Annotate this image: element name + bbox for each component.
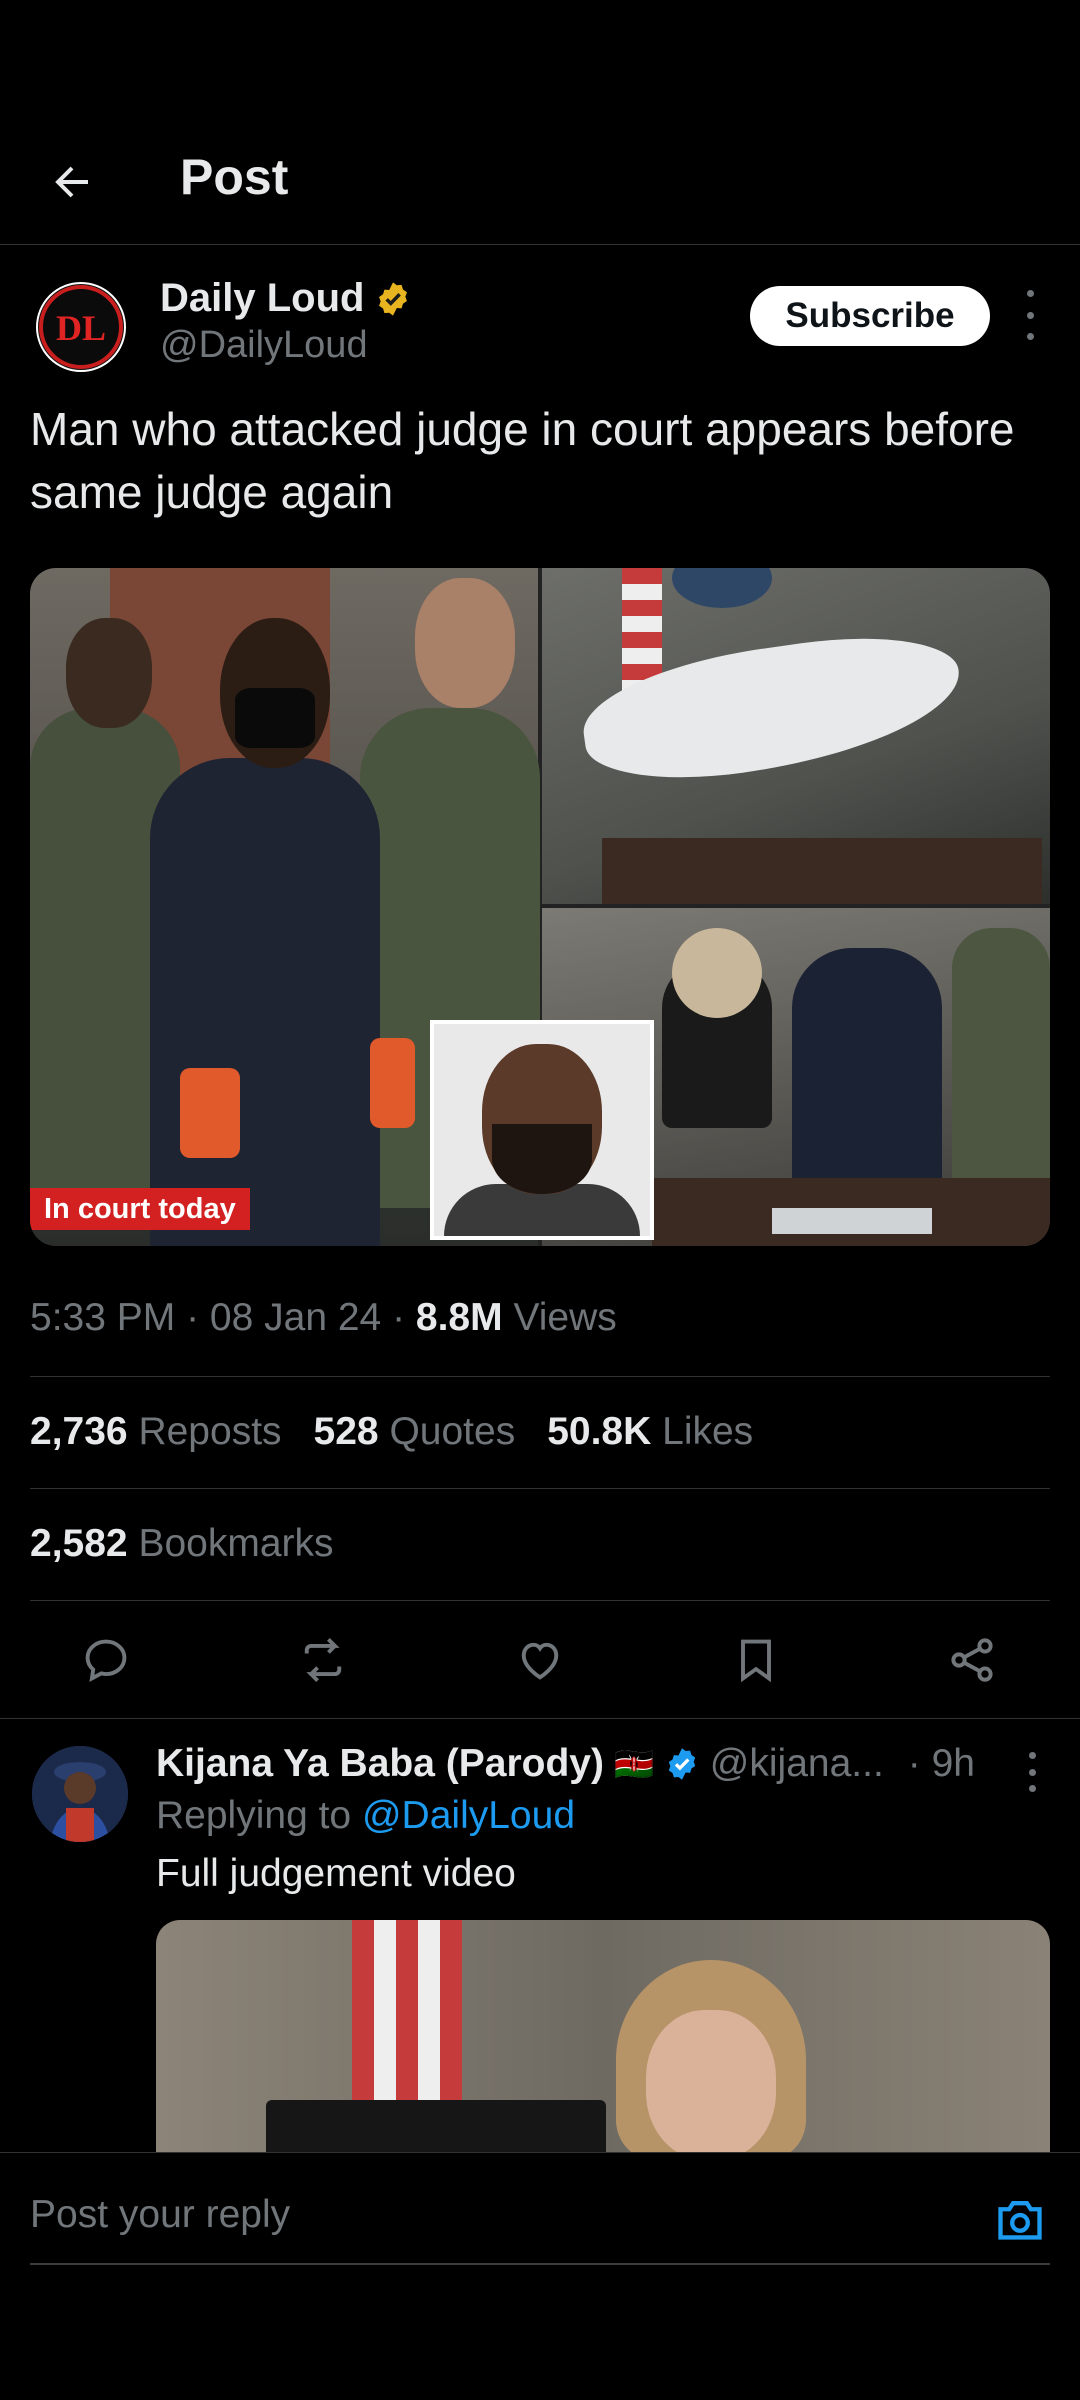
divider: [30, 1600, 1050, 1601]
replying-to-line: Replying to @DailyLoud: [156, 1794, 576, 1837]
reposts-stat[interactable]: 2,736 Reposts: [30, 1410, 282, 1454]
page-title: Post: [180, 149, 289, 205]
media-mugshot: [430, 1020, 654, 1240]
author-name[interactable]: Daily Loud: [160, 276, 364, 321]
media-caption-badge: In court today: [30, 1188, 250, 1230]
reply-item[interactable]: Kijana Ya Baba (Parody) 🇰🇪 @kijana... · …: [0, 1740, 1080, 2160]
reply-icon: [85, 1639, 127, 1682]
share-icon: [951, 1638, 993, 1682]
bookmark-icon: [741, 1639, 771, 1683]
verified-badge-icon: [668, 1748, 695, 1780]
reply-time: · 9h: [907, 1742, 975, 1785]
arrow-left-icon: [55, 166, 88, 198]
reply-more-options-icon[interactable]: [1022, 1752, 1042, 1792]
post-date[interactable]: 08 Jan 24: [210, 1296, 381, 1339]
repost-button[interactable]: [295, 1632, 351, 1688]
author-name-row: Daily Loud: [160, 276, 412, 321]
media-photo-attack: [542, 568, 1050, 904]
reply-author-handle[interactable]: @kijana...: [710, 1742, 884, 1786]
top-bar: Post: [0, 120, 1080, 245]
reply-media-video[interactable]: [156, 1920, 1050, 2160]
more-options-icon[interactable]: [1018, 290, 1042, 340]
bookmarks-stat: 2,582 Bookmarks: [30, 1522, 334, 1565]
divider: [30, 1488, 1050, 1489]
share-button[interactable]: [944, 1632, 1000, 1688]
author-handle[interactable]: @DailyLoud: [160, 324, 368, 367]
divider: [0, 1718, 1080, 1719]
reply-author-name[interactable]: Kijana Ya Baba (Parody): [156, 1742, 604, 1786]
like-button[interactable]: [512, 1632, 568, 1688]
repost-icon: [304, 1638, 342, 1682]
daily-loud-logo: DL: [39, 285, 123, 369]
reply-button[interactable]: [78, 1632, 134, 1688]
reply-text: Full judgement video: [156, 1852, 516, 1895]
reply-avatar-image: [32, 1746, 128, 1842]
verified-badge-icon: [379, 281, 408, 316]
post-timestamp-views: 5:33 PM · 08 Jan 24 · 8.8M Views: [30, 1296, 617, 1339]
reply-input[interactable]: Post your reply: [30, 2193, 290, 2237]
divider: [30, 1376, 1050, 1377]
camera-icon[interactable]: [994, 2195, 1046, 2243]
like-icon: [521, 1642, 559, 1680]
quotes-stat[interactable]: 528 Quotes: [314, 1410, 516, 1454]
bookmark-button[interactable]: [728, 1632, 784, 1688]
svg-text:DL: DL: [56, 308, 106, 348]
subscribe-button[interactable]: Subscribe: [750, 286, 990, 346]
views-count: 8.8M: [415, 1296, 503, 1339]
engagement-stats: 2,736 Reposts 528 Quotes 50.8K Likes: [30, 1410, 753, 1454]
post-text: Man who attacked judge in court appears …: [30, 403, 1015, 518]
post-action-bar: [0, 1620, 1080, 1700]
back-button[interactable]: [40, 150, 104, 214]
post-author: DL Daily Loud @DailyLoud Subscribe: [0, 270, 1080, 380]
likes-stat[interactable]: 50.8K Likes: [547, 1410, 753, 1454]
reply-header: Kijana Ya Baba (Parody) 🇰🇪 @kijana... · …: [156, 1742, 1036, 1786]
reply-composer: Post your reply: [0, 2152, 1080, 2265]
reply-avatar[interactable]: [32, 1746, 128, 1842]
replying-to-handle[interactable]: @DailyLoud: [362, 1794, 575, 1837]
kenya-flag-icon: 🇰🇪: [613, 1746, 654, 1782]
author-avatar[interactable]: DL: [36, 282, 126, 372]
post-time[interactable]: 5:33 PM: [30, 1296, 175, 1339]
post-media[interactable]: In court today: [30, 568, 1050, 1246]
views-label: Views: [513, 1296, 617, 1339]
